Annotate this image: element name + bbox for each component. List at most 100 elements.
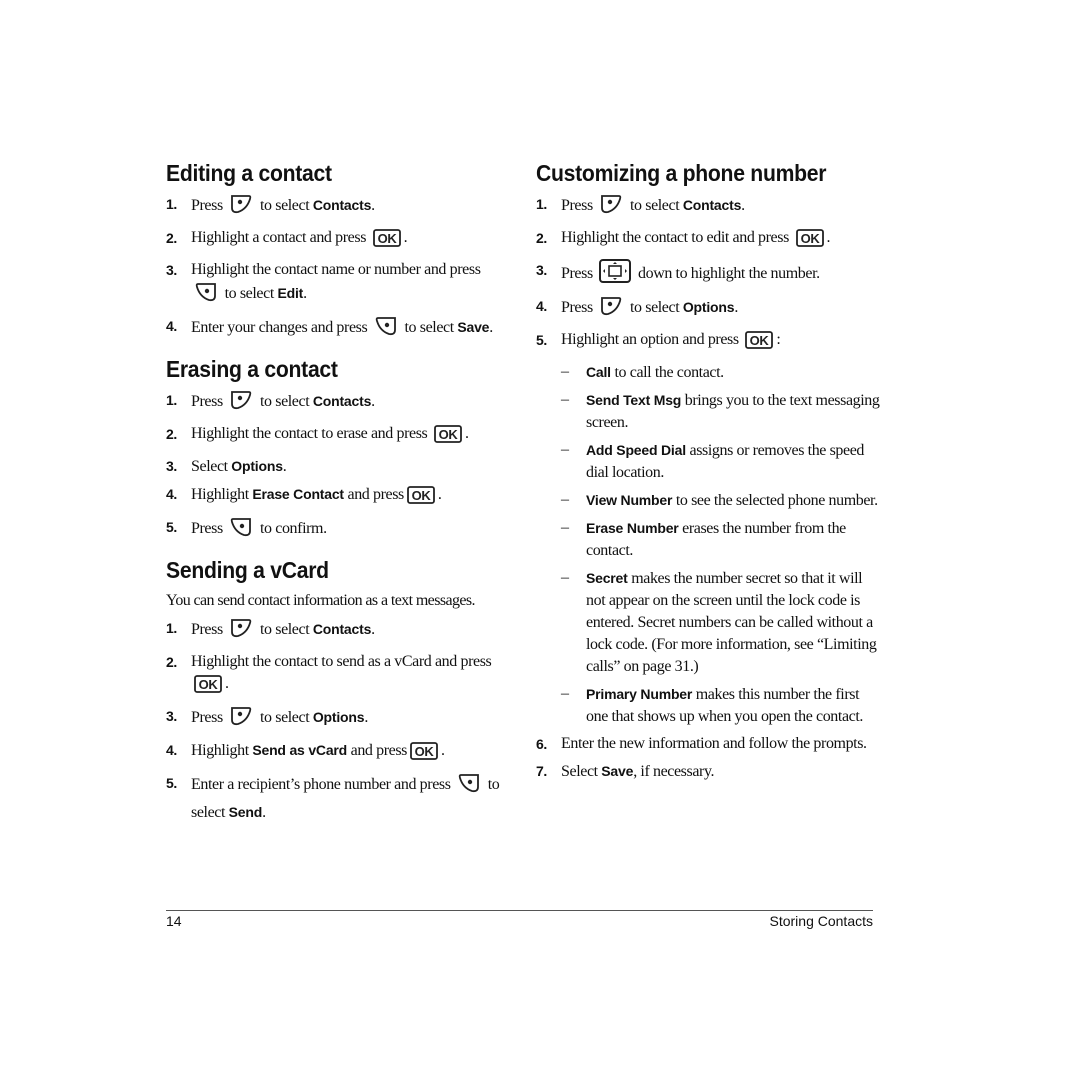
step-text: . <box>403 229 408 246</box>
step-text: . <box>371 621 375 638</box>
step-text: . <box>741 197 745 214</box>
option-item: – Send Text Msg brings you to the text me… <box>561 389 881 434</box>
footer-page-number: 14 <box>166 913 182 929</box>
step-text: Press <box>191 709 227 726</box>
right-softkey-icon <box>229 389 253 418</box>
svg-text:OK: OK <box>415 744 435 759</box>
left-softkey-icon <box>457 772 481 801</box>
option-description: makes the number secret so that it will … <box>586 570 877 675</box>
step-number: 3. <box>166 262 177 278</box>
step-text: . <box>437 486 442 503</box>
left-column: Editing a contact 1. Press to select Cont… <box>166 160 511 836</box>
ui-label: Send <box>228 804 263 820</box>
ui-label: Save <box>457 319 490 335</box>
ui-label: Edit <box>277 285 304 301</box>
steps-list: 1. Press to select Contacts. 2. Highlight t… <box>166 389 511 545</box>
step-text: to select <box>221 285 278 302</box>
right-softkey-icon <box>599 295 623 324</box>
step-text: Highlight the contact to erase and press <box>191 425 431 442</box>
ok-key-icon: OK <box>795 229 824 254</box>
step-text: . <box>826 229 831 246</box>
step-text: down to highlight the number. <box>634 265 820 282</box>
list-item: 4. Press to select Options. <box>536 295 881 324</box>
step-text: Press <box>561 265 597 282</box>
ui-label: Contacts <box>312 621 372 637</box>
left-softkey-icon <box>229 516 253 545</box>
step-number: 4. <box>166 318 177 334</box>
options-list: – Call to call the contact. – Send Text Msg… <box>561 361 881 728</box>
step-text: Highlight <box>191 486 253 503</box>
ui-label: Save <box>601 763 634 779</box>
step-number: 6. <box>536 736 547 752</box>
dash-bullet: – <box>561 685 569 702</box>
step-number: 2. <box>536 230 547 246</box>
step-text: Select <box>561 763 602 780</box>
steps-list: 1. Press to select Contacts. 2. Highlight t… <box>536 193 881 728</box>
list-item: 5. Highlight an option and press OK: – Call… <box>536 329 881 728</box>
step-number: 5. <box>166 775 177 791</box>
dash-bullet: – <box>561 441 569 458</box>
ui-label: Send as vCard <box>252 742 348 758</box>
list-item: 1. Press to select Contacts. <box>166 617 511 646</box>
heading-sending-vcard: Sending a vCard <box>166 557 329 583</box>
step-text: to select <box>400 319 458 336</box>
step-text: Highlight <box>191 742 253 759</box>
right-softkey-icon <box>599 193 623 222</box>
right-column: Customizing a phone number 1. Press to se… <box>536 160 881 795</box>
option-description: to call the contact. <box>610 364 724 381</box>
step-number: 4. <box>166 742 177 758</box>
step-number: 2. <box>166 426 177 442</box>
ui-label: Options <box>312 709 365 725</box>
option-item: – View Number to see the selected phone n… <box>561 489 881 512</box>
step-number: 3. <box>166 708 177 724</box>
right-softkey-icon <box>229 617 253 646</box>
option-item: – Erase Number erases the number from the… <box>561 517 881 562</box>
dash-bullet: – <box>561 363 569 380</box>
left-softkey-icon <box>374 315 398 344</box>
step-text: . <box>489 319 493 336</box>
option-item: – Primary Number makes this number the fi… <box>561 683 881 728</box>
ui-label: Options <box>231 458 283 474</box>
step-text: Enter your changes and press <box>191 319 371 336</box>
step-text: Press <box>561 197 597 214</box>
dash-bullet: – <box>561 569 569 586</box>
step-number: 3. <box>166 458 177 474</box>
step-text: to select <box>256 393 313 410</box>
step-number: 1. <box>536 196 547 212</box>
list-item: 1. Press to select Contacts. <box>166 193 511 222</box>
list-item: 2. Highlight the contact to erase and pre… <box>166 423 511 450</box>
step-text: Enter the new information and follow the… <box>561 735 867 752</box>
list-item: 1. Press to select Contacts. <box>536 193 881 222</box>
dash-bullet: – <box>561 491 569 508</box>
section-editing-contact: Editing a contact 1. Press to select Cont… <box>166 160 511 344</box>
footer-chapter-title: Storing Contacts <box>769 913 874 929</box>
svg-text:OK: OK <box>439 427 459 442</box>
dash-bullet: – <box>561 391 569 408</box>
intro-text: You can send contact information as a te… <box>166 592 475 609</box>
ui-label: Contacts <box>312 393 372 409</box>
step-text: . <box>734 299 738 316</box>
step-text: . <box>364 709 368 726</box>
list-item: 7. Select Save, if necessary. <box>536 760 881 783</box>
svg-text:OK: OK <box>199 677 219 692</box>
section-customizing-number: Customizing a phone number 1. Press to se… <box>536 160 881 783</box>
step-text: to select <box>256 709 313 726</box>
svg-text:OK: OK <box>800 231 820 246</box>
list-item: 2. Highlight the contact to send as a vCa… <box>166 651 511 700</box>
step-text: Highlight the contact to send as a vCard… <box>191 653 492 670</box>
step-text: to select <box>256 621 313 638</box>
step-number: 4. <box>536 298 547 314</box>
option-item: – Call to call the contact. <box>561 361 881 384</box>
option-label: Erase Number <box>586 520 679 536</box>
ui-label: Options <box>682 299 735 315</box>
list-item: 4. Enter your changes and press to select… <box>166 315 511 344</box>
step-text: . <box>371 393 375 410</box>
heading-customizing-number: Customizing a phone number <box>536 160 827 186</box>
step-text: and press <box>343 486 404 503</box>
svg-text:OK: OK <box>412 488 432 503</box>
option-item: – Add Speed Dial assigns or removes the s… <box>561 439 881 484</box>
step-text: , if necessary. <box>633 763 715 780</box>
ui-label: Contacts <box>312 197 372 213</box>
list-item: 5. Press to confirm. <box>166 516 511 545</box>
list-item: 5. Enter a recipient’s phone number and p… <box>166 772 511 824</box>
